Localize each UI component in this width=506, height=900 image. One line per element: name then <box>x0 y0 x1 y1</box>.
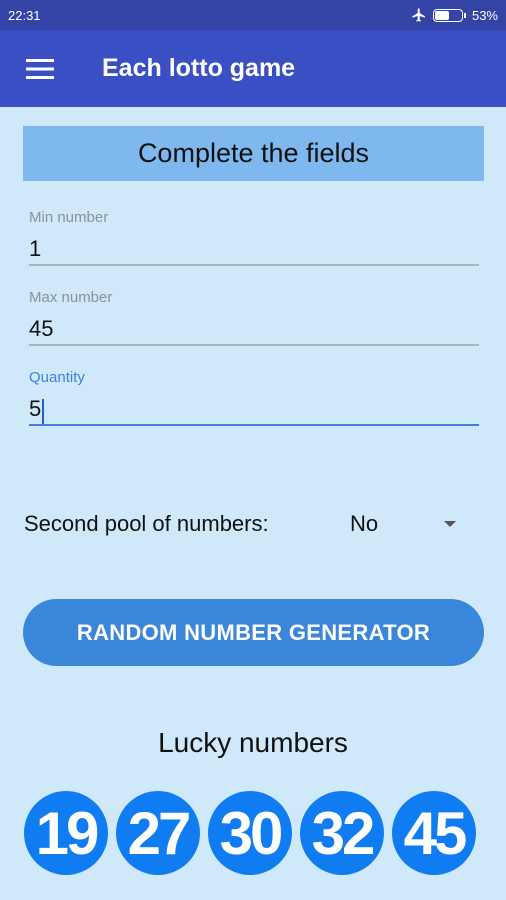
section-header: Complete the fields <box>23 126 484 181</box>
status-bar: 22:31 53% <box>0 0 506 30</box>
random-number-generator-button[interactable]: RANDOM NUMBER GENERATOR <box>23 599 484 666</box>
min-number-input[interactable] <box>29 226 479 266</box>
app-title: Each lotto game <box>102 54 296 82</box>
second-pool-label: Second pool of numbers: <box>24 511 269 536</box>
airplane-icon <box>412 8 425 22</box>
max-number-label: Max number <box>29 289 113 306</box>
lucky-number-ball: 45 <box>392 791 476 875</box>
app-bar: Each lotto game <box>0 30 506 107</box>
lucky-number-ball: 19 <box>24 791 108 875</box>
text-cursor <box>42 399 44 424</box>
status-icons: 53% <box>411 7 498 23</box>
battery-percent: 53% <box>471 7 498 23</box>
lucky-number-ball: 27 <box>116 791 200 875</box>
min-number-label: Min number <box>29 209 109 226</box>
min-number-field: Min number <box>29 209 479 266</box>
lucky-numbers-title: Lucky numbers <box>158 727 348 758</box>
lucky-number-ball: 30 <box>208 791 292 875</box>
quantity-label: Quantity <box>29 369 85 386</box>
second-pool-value: No <box>350 511 379 536</box>
quantity-input[interactable] <box>29 386 479 426</box>
quantity-field: Quantity <box>29 369 479 426</box>
second-pool-dropdown[interactable]: No <box>350 511 464 537</box>
lucky-number-ball: 32 <box>300 791 384 875</box>
menu-button[interactable] <box>0 30 80 107</box>
max-number-field: Max number <box>29 289 479 346</box>
menu-icon <box>26 58 54 79</box>
status-time: 22:31 <box>8 7 41 23</box>
battery-icon <box>432 8 463 22</box>
dropdown-arrow-icon <box>444 521 456 527</box>
max-number-input[interactable] <box>29 306 479 346</box>
lucky-numbers-list: 19 27 30 32 45 <box>24 791 476 875</box>
second-pool-row: Second pool of numbers: No <box>24 508 464 540</box>
